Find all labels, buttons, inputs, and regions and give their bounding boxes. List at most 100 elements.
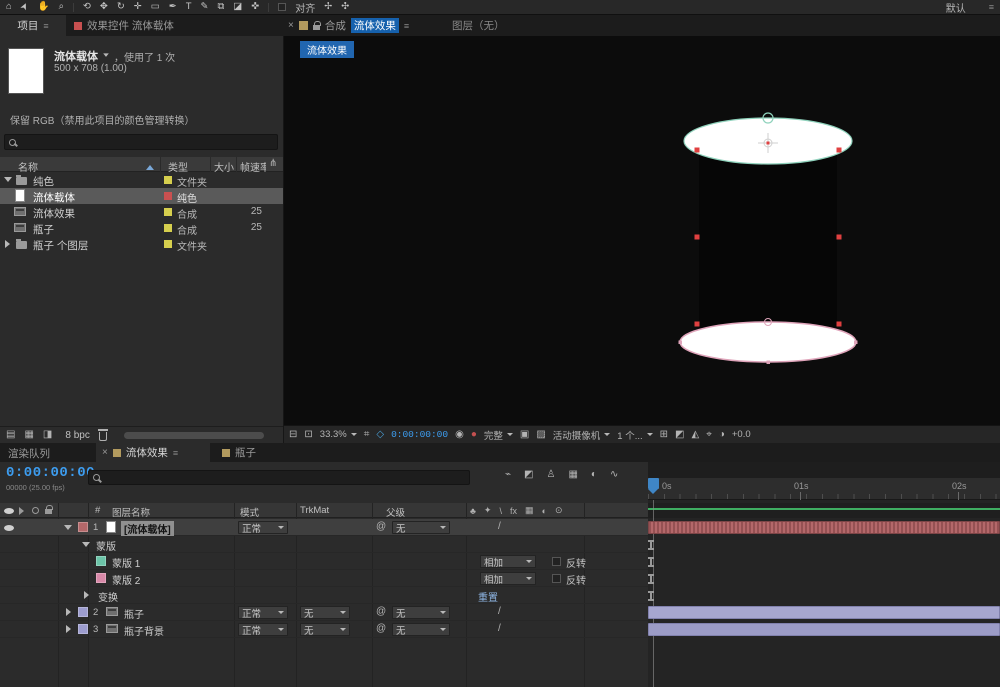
mini-flowchart-icon[interactable]: ⌖ xyxy=(706,429,712,440)
pickwhip-icon[interactable]: @ xyxy=(376,607,386,617)
twirl-open-icon[interactable] xyxy=(82,542,90,551)
frame-blend-icon[interactable]: ▦ xyxy=(525,505,534,516)
toolbar-extra-icon-2[interactable]: ✣ xyxy=(341,2,349,12)
horizontal-scrollbar[interactable] xyxy=(123,431,264,439)
tab-layer-viewer[interactable]: 图层（无） xyxy=(452,15,505,36)
project-row-folder-layers[interactable]: 瓶子 个图层 文件夹 xyxy=(0,236,283,253)
tab-render-queue[interactable]: 渲染队列 xyxy=(8,446,50,461)
twirl-closed-icon[interactable] xyxy=(5,240,14,248)
clone-stamp-tool-icon[interactable]: ⧉ xyxy=(218,2,225,12)
composition-mini-flowchart-icon[interactable]: ⌁ xyxy=(505,470,511,480)
twirl-open-icon[interactable] xyxy=(4,177,12,186)
eraser-tool-icon[interactable]: ◪ xyxy=(233,2,242,12)
layer-1-duration-bar[interactable] xyxy=(648,521,1000,534)
mask-2-ellipse[interactable] xyxy=(679,321,857,363)
magnification-dropdown[interactable]: 33.3% xyxy=(320,429,357,440)
parent-dropdown[interactable]: 无 xyxy=(392,606,450,620)
region-of-interest-icon[interactable]: ▣ xyxy=(520,429,529,440)
selection-handle[interactable] xyxy=(836,147,842,153)
project-row-folder-solids[interactable]: 纯色 文件夹 xyxy=(0,172,283,189)
monitor-icon[interactable]: ⊟ xyxy=(289,429,297,440)
column-trkmat[interactable]: TrkMat xyxy=(300,505,329,516)
interpret-footage-icon[interactable]: ▤ xyxy=(6,430,15,440)
mask-vertex[interactable] xyxy=(854,340,858,345)
project-search-input[interactable] xyxy=(4,134,278,150)
mask-vertex[interactable] xyxy=(678,340,683,345)
orbit-camera-tool-icon[interactable]: ⟲ xyxy=(83,2,91,12)
column-divider[interactable] xyxy=(236,157,237,172)
fx-icon[interactable]: fx xyxy=(510,506,517,516)
work-area-bar[interactable] xyxy=(648,508,1000,510)
quality-icon[interactable]: \ xyxy=(499,506,502,516)
label-swatch[interactable] xyxy=(164,224,172,232)
anchor-center[interactable] xyxy=(766,141,770,145)
workspace-selector[interactable]: 默认 xyxy=(946,0,966,15)
split-view-icon[interactable]: ⊡ xyxy=(304,429,312,440)
camera-dropdown[interactable]: 活动摄像机 xyxy=(553,428,611,442)
column-parent[interactable]: 父级 xyxy=(386,505,405,519)
panel-menu-icon[interactable]: ≡ xyxy=(43,21,48,31)
grid-guides-icon[interactable]: ⌗ xyxy=(364,429,370,440)
panel-menu-icon[interactable]: ≡ xyxy=(173,448,178,458)
reset-button[interactable]: 重置 xyxy=(478,589,498,604)
shape-tool-icon[interactable]: ▭ xyxy=(151,2,160,12)
layer-row-1[interactable]: 1 [流体载体] 正常 @ 无 / xyxy=(0,519,648,536)
exposure-icon[interactable]: ◑ xyxy=(719,429,725,440)
trash-icon[interactable] xyxy=(97,429,108,441)
quality-icon[interactable]: / xyxy=(498,624,501,634)
project-row-comp[interactable]: 瓶子 合成 25 xyxy=(0,220,283,237)
layer-name[interactable]: 瓶子背景 xyxy=(124,623,164,638)
work-area-strip[interactable] xyxy=(648,503,1000,518)
in-point-marker[interactable] xyxy=(648,540,654,550)
column-mode[interactable]: 模式 xyxy=(240,505,259,519)
label-color-chip[interactable] xyxy=(78,607,88,617)
composition-canvas[interactable] xyxy=(284,36,1000,425)
graph-editor-icon[interactable]: ∿ xyxy=(610,470,618,480)
adjustment-icon[interactable]: ⊙ xyxy=(555,505,563,516)
mask-mode-dropdown[interactable]: 相加 xyxy=(480,572,536,586)
new-composition-icon[interactable]: ◨ xyxy=(43,430,52,440)
mode-dropdown[interactable]: 正常 xyxy=(238,606,288,620)
quality-icon[interactable]: / xyxy=(498,607,501,617)
type-tool-icon[interactable]: T xyxy=(186,2,192,12)
time-ruler[interactable]: 0s 01s 02s xyxy=(648,478,1000,500)
trkmat-dropdown[interactable]: 无 xyxy=(300,606,350,620)
selection-handle[interactable] xyxy=(836,321,842,327)
layer-name-selected[interactable]: [流体载体] xyxy=(121,521,174,536)
draft-3d-icon[interactable]: ◩ xyxy=(524,470,533,480)
pixel-aspect-icon[interactable]: ◩ xyxy=(675,429,684,440)
preview-time[interactable]: 0:00:00:00 xyxy=(391,429,448,440)
mask-color-chip[interactable] xyxy=(96,573,106,583)
tab-timeline-comp[interactable]: × 流体效果 ≡ xyxy=(96,443,210,462)
align-checkbox[interactable] xyxy=(278,3,287,11)
close-icon[interactable]: × xyxy=(288,20,294,31)
pan-camera-tool-icon[interactable]: ✥ xyxy=(100,2,108,12)
audio-icon[interactable] xyxy=(19,507,28,515)
hand-tool-icon[interactable]: ✋ xyxy=(38,2,50,12)
parent-dropdown[interactable]: 无 xyxy=(392,623,450,637)
pickwhip-icon[interactable]: @ xyxy=(376,522,386,532)
close-icon[interactable]: × xyxy=(102,447,108,458)
collapse-icon[interactable]: ✦ xyxy=(484,505,492,516)
project-row-comp[interactable]: 流体效果 合成 25 xyxy=(0,204,283,221)
label-swatch[interactable] xyxy=(164,176,172,184)
home-icon[interactable]: ⌂ xyxy=(6,2,12,12)
brush-tool-icon[interactable]: ✎ xyxy=(201,2,209,12)
shy-icon[interactable]: ♣ xyxy=(470,506,476,516)
zoom-tool-icon[interactable]: ⌕ xyxy=(59,2,64,12)
view-layout-dropdown[interactable]: 1 个... xyxy=(617,428,653,442)
selection-handle[interactable] xyxy=(836,234,842,240)
panel-menu-icon[interactable]: ≡ xyxy=(404,21,409,31)
tab-project[interactable]: 项目 ≡ xyxy=(0,15,66,36)
trkmat-dropdown[interactable]: 无 xyxy=(300,623,350,637)
solo-icon[interactable] xyxy=(32,507,39,514)
mask-row-2[interactable]: 蒙版 2 相加 反转 xyxy=(0,570,648,587)
selection-tool-icon[interactable]: ➤ xyxy=(18,1,31,13)
label-swatch[interactable] xyxy=(164,208,172,216)
label-color-chip[interactable] xyxy=(78,522,88,532)
snapshot-icon[interactable]: ◉ xyxy=(455,429,464,440)
transform-group-row[interactable]: 变换 重置 xyxy=(0,587,648,604)
selection-handle[interactable] xyxy=(694,321,700,327)
bit-depth-label[interactable]: 8 bpc xyxy=(65,430,89,441)
transparency-grid-icon[interactable]: ▨ xyxy=(536,429,545,440)
